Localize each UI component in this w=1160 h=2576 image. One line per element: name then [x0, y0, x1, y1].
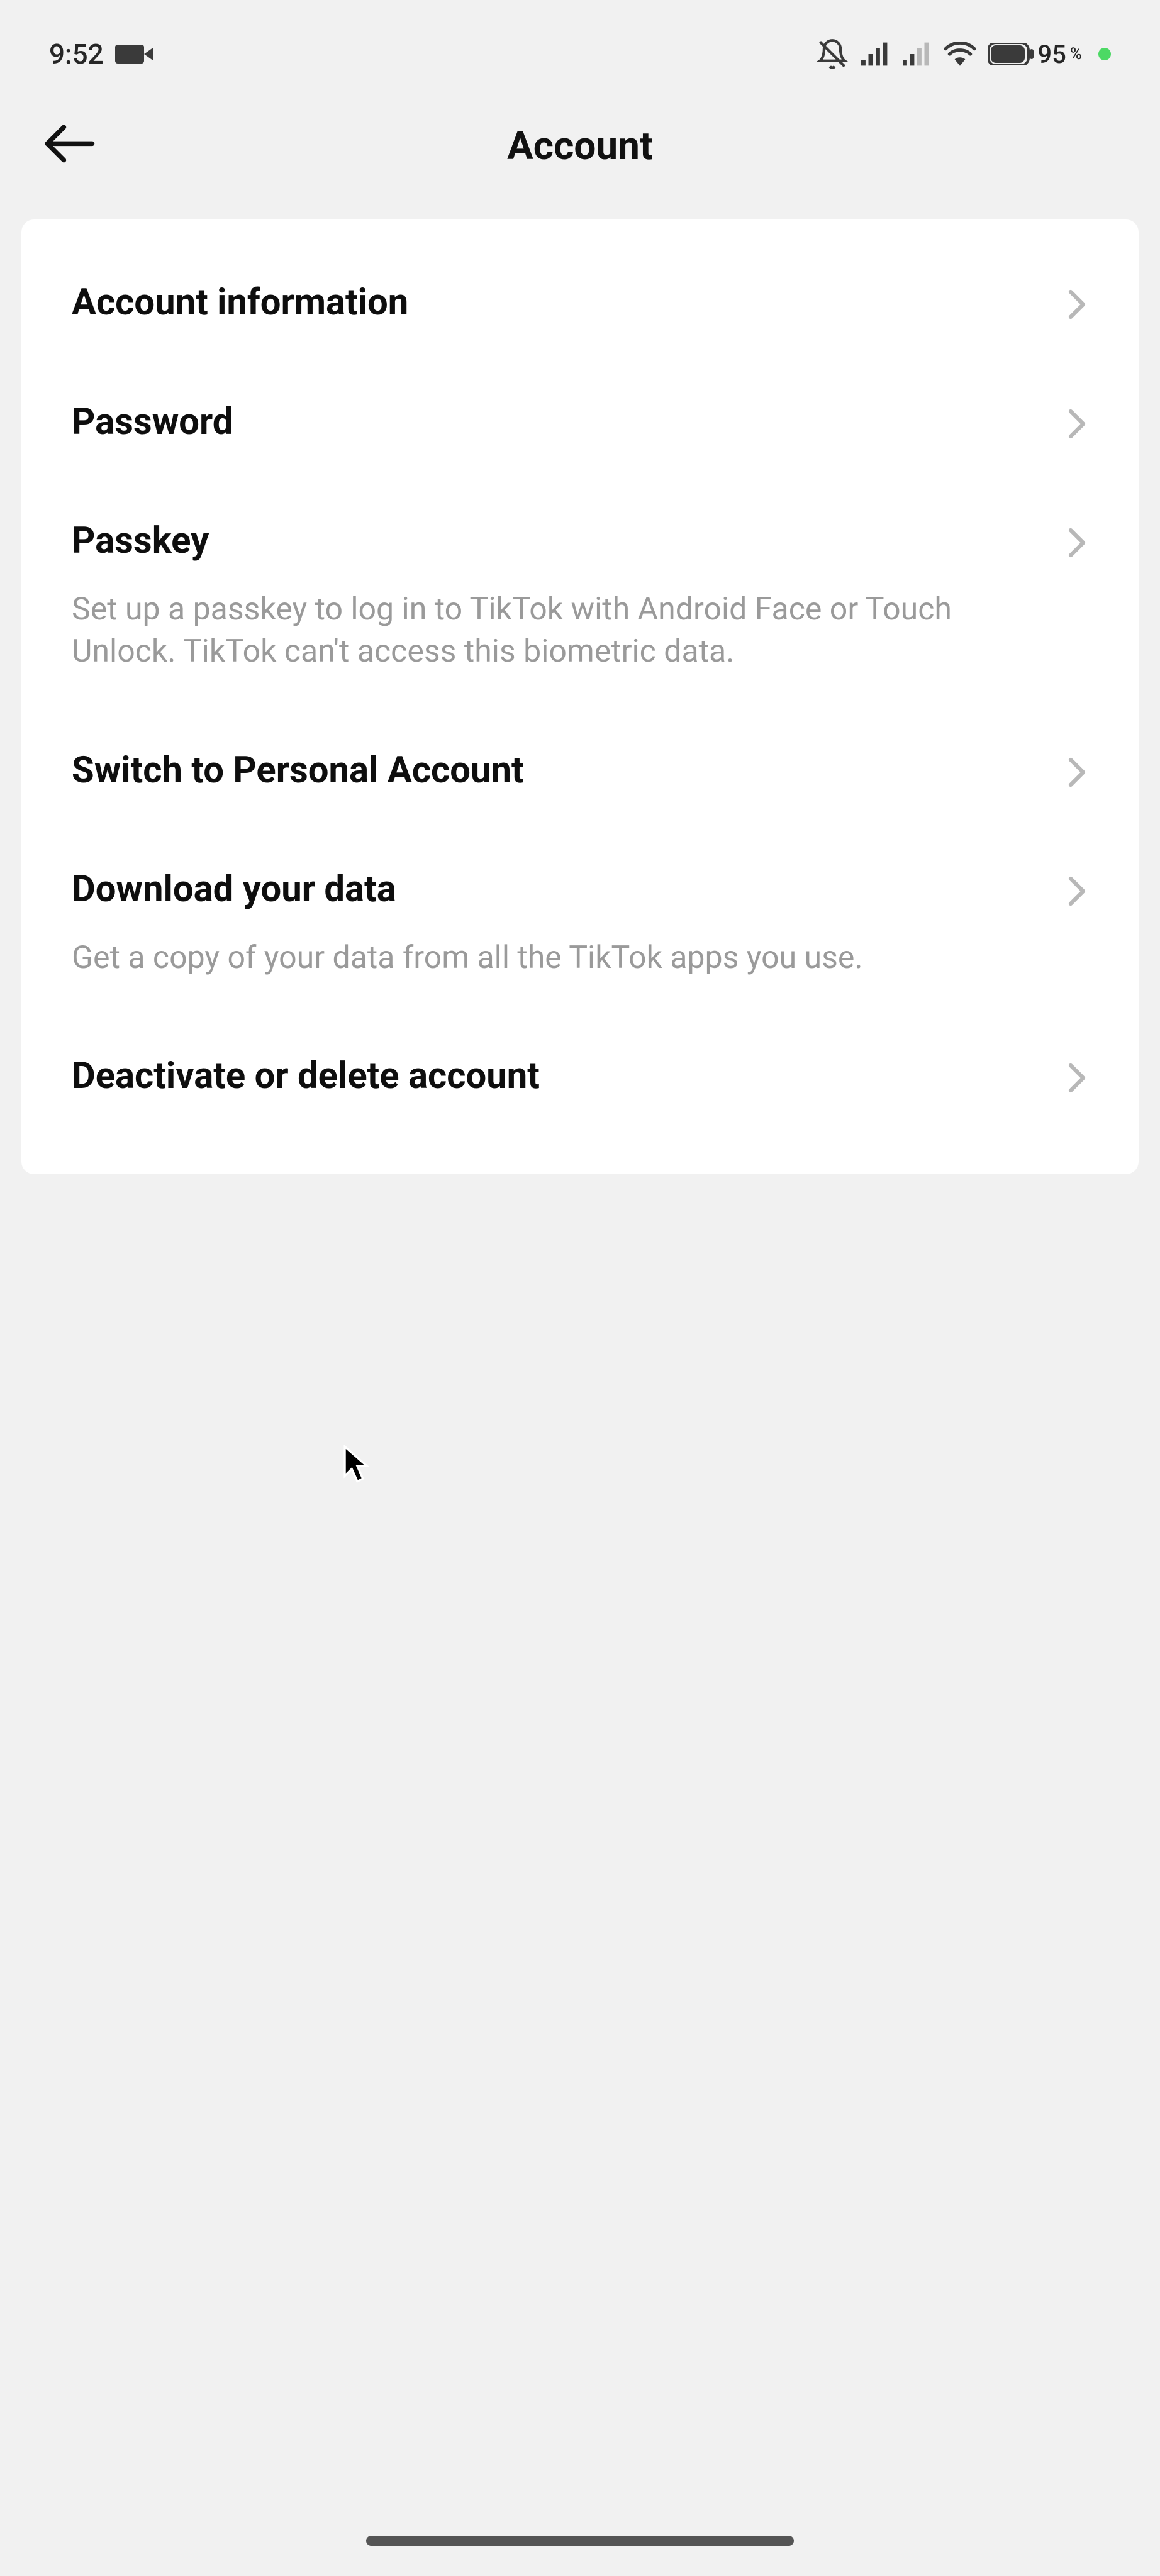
account-information-item[interactable]: Account information: [72, 251, 1088, 363]
settings-card: Account information Password Passkey Set…: [21, 219, 1139, 1174]
status-bar: 9:52: [0, 0, 1160, 86]
download-data-item[interactable]: Download your data Get a copy of your da…: [72, 830, 1088, 1017]
item-title: Passkey: [72, 519, 1053, 564]
item-description: Set up a passkey to log in to TikTok wit…: [72, 589, 1053, 674]
signal-icon-2: [903, 42, 932, 67]
mute-icon: [816, 38, 849, 70]
page-title: Account: [507, 123, 653, 169]
deactivate-delete-account-item[interactable]: Deactivate or delete account: [72, 1017, 1088, 1136]
chevron-right-icon: [1066, 289, 1088, 323]
battery-percent-symbol: %: [1070, 45, 1082, 64]
nav-bar: Account: [0, 86, 1160, 219]
home-indicator[interactable]: [366, 2536, 794, 2546]
item-title: Deactivate or delete account: [72, 1055, 1053, 1099]
switch-personal-account-item[interactable]: Switch to Personal Account: [72, 711, 1088, 831]
chevron-right-icon: [1066, 527, 1088, 561]
passkey-item[interactable]: Passkey Set up a passkey to log in to Ti…: [72, 482, 1088, 711]
password-item[interactable]: Password: [72, 363, 1088, 482]
video-recording-icon: [115, 45, 144, 64]
chevron-right-icon: [1066, 1062, 1088, 1096]
battery-value: 95: [1037, 40, 1066, 69]
status-time: 9:52: [49, 38, 104, 70]
chevron-right-icon: [1066, 757, 1088, 791]
privacy-indicator-dot: [1098, 48, 1111, 60]
chevron-right-icon: [1066, 408, 1088, 442]
battery-icon: [988, 43, 1034, 65]
wifi-icon: [944, 42, 976, 67]
item-title: Switch to Personal Account: [72, 749, 1053, 793]
item-description: Get a copy of your data from all the Tik…: [72, 937, 1053, 980]
item-title: Download your data: [72, 868, 1053, 912]
chevron-right-icon: [1066, 875, 1088, 909]
back-button[interactable]: [40, 118, 97, 171]
item-title: Account information: [72, 281, 1053, 325]
signal-icon-1: [861, 42, 890, 67]
item-title: Password: [72, 401, 1053, 445]
